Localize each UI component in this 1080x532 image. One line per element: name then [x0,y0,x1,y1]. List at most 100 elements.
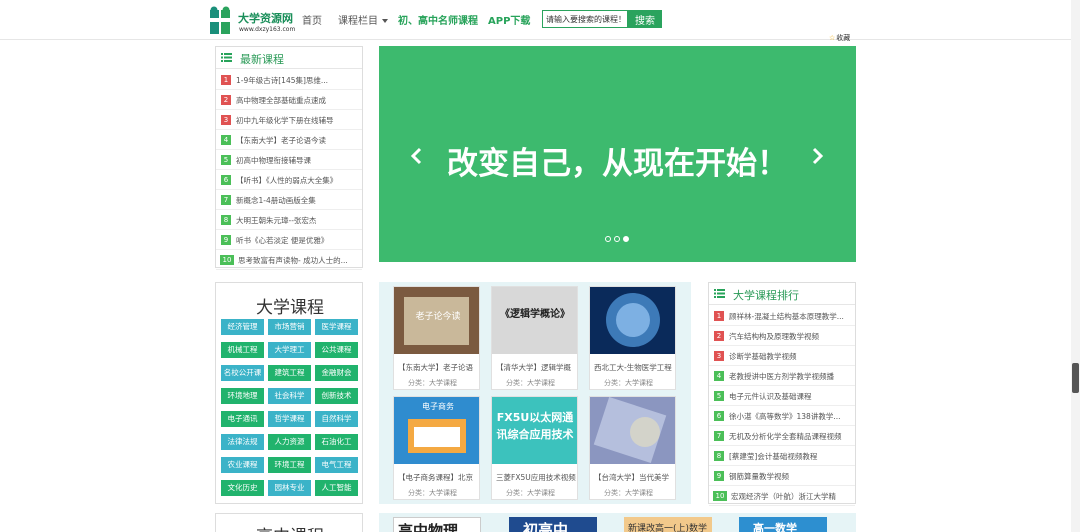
bookmark-link[interactable]: ☆收藏 [829,33,850,43]
nav-teachers[interactable]: 初、高中名师课程 [398,12,478,27]
category-tag[interactable]: 自然科学 [315,411,358,427]
category-tag[interactable]: 建筑工程 [268,365,311,381]
rank-item-title: 初中九年级化学下册在线辅导 [236,116,334,125]
latest-courses-header: 最新课程 [216,47,362,69]
banner-carousel[interactable]: 改变自己，从现在开始！ [379,46,856,262]
rank-list-item[interactable]: 10 思考致富有声读物- 成功人士的... [216,250,362,270]
course-card[interactable]: 【台湾大学】当代美学 分类：大学课程 [589,396,676,500]
course-title: 【东南大学】老子论语 [398,363,473,372]
nav-home[interactable]: 首页 [302,12,322,27]
category-tag[interactable]: 电子通讯 [221,411,264,427]
bookmark-label: 收藏 [836,34,851,42]
course-card[interactable]: 《逻辑学概论》 【清华大学】逻辑学概 分类：大学课程 [491,286,578,390]
category-tag[interactable]: 机械工程 [221,342,264,358]
nav-courses-dropdown[interactable]: 课程栏目 [338,12,388,27]
rank-number-badge: 1 [221,75,231,85]
rank-list-item[interactable]: 7 新概念1-4册动画版全集 [216,190,362,210]
course-category: 分类：大学课程 [604,379,653,387]
nav-courses-label: 课程栏目 [338,16,378,27]
course-card[interactable]: FX5U以太网通讯综合应用技术 三菱FX5U应用技术视频 分类：大学课程 [491,396,578,500]
category-tag[interactable]: 环境工程 [268,457,311,473]
rank-list-item[interactable]: 1 1-9年级古诗[145集]思维... [216,70,362,90]
category-tag[interactable]: 市场营销 [268,319,311,335]
highschool-courses-box: 高中课程 [215,513,363,532]
rank-number-badge: 9 [221,235,231,245]
rank-list-item[interactable]: 3 诊断学基础教学视频 [709,346,855,366]
thumb-text: 老子论今读 [415,312,461,322]
rank-list-item[interactable]: 7 无机及分析化学全套精品课程视频 [709,426,855,446]
carousel-dot[interactable] [605,236,611,242]
rank-item-title: 新概念1-4册动画版全集 [236,196,316,205]
rank-number-badge: 7 [221,195,231,205]
carousel-dot[interactable] [614,236,620,242]
rank-list-item[interactable]: 5 初高中物理衔接辅导课 [216,150,362,170]
rank-list-item[interactable]: 2 高中物理全部基础重点速成 [216,90,362,110]
course-card[interactable]: 初高中 [509,517,597,532]
category-tag[interactable]: 哲学课程 [268,411,311,427]
course-card[interactable]: 高中物理 [393,517,481,532]
rank-item-title: 顾祥林-混凝土结构基本原理教学... [729,312,844,321]
search-input[interactable] [542,10,628,28]
category-tag[interactable]: 经济管理 [221,319,264,335]
course-card[interactable]: 电子商务 【电子商务课程】北京 分类：大学课程 [393,396,480,500]
course-ranking-header: 大学课程排行 [709,283,855,305]
rank-list-item[interactable]: 6 【听书】《人性的弱点大全集》 [216,170,362,190]
category-tag[interactable]: 公共课程 [315,342,358,358]
category-tag[interactable]: 法律法规 [221,434,264,450]
category-tag[interactable]: 农业课程 [221,457,264,473]
site-logo[interactable]: 大学资源网 www.dxzy163.com [208,4,298,36]
category-tag[interactable]: 医学课程 [315,319,358,335]
rank-list-item[interactable]: 5 电子元件认识及基础课程 [709,386,855,406]
course-ranking-panel: 大学课程排行 1 顾祥林-混凝土结构基本原理教学... 2 汽车结构构及原理教学视频 3… [708,282,856,506]
category-tag[interactable]: 环境地理 [221,388,264,404]
rank-list-item[interactable]: 8 大明王朝朱元璋--张宏杰 [216,210,362,230]
course-card[interactable]: 西北工大-生物医学工程 分类：大学课程 [589,286,676,390]
rank-list-item[interactable]: 9 钢筋算量教学视频 [709,466,855,486]
rank-list-item[interactable]: 4 【东南大学】老子论语今读 [216,130,362,150]
chevron-left-icon[interactable] [409,146,423,166]
nav-app-download[interactable]: APP下载 [488,12,530,27]
list-icon [714,289,725,298]
course-category: 分类：大学课程 [506,379,555,387]
course-title: 三菱FX5U应用技术视频 [496,473,576,482]
course-card[interactable]: 高一数学 [739,517,827,532]
course-card[interactable]: 新课改高一(上)数学 [624,517,712,532]
category-tag[interactable]: 金融财会 [315,365,358,381]
rank-list-item[interactable]: 9 听书《心若淡定 便是优雅》 [216,230,362,250]
search-button[interactable]: 搜索 [628,10,662,28]
category-tag[interactable]: 创新技术 [315,388,358,404]
rank-list-item[interactable]: 10 宏观经济学（叶航）浙江大学精 [709,486,855,506]
course-title: 西北工大-生物医学工程 [594,363,672,372]
category-tag[interactable]: 石油化工 [315,434,358,450]
logo-text: 大学资源网 [238,12,293,25]
page-scrollbar[interactable] [1071,0,1080,532]
category-tag[interactable]: 园林专业 [268,480,311,496]
carousel-indicators [605,236,635,244]
card-text: 高中物理 [398,522,459,532]
category-tag[interactable]: 大学理工 [268,342,311,358]
category-tag[interactable]: 电气工程 [315,457,358,473]
course-card[interactable]: 老子论今读 【东南大学】老子论语 分类：大学课程 [393,286,480,390]
rank-list-item[interactable]: 4 老教授讲中医方剂学教学视频播 [709,366,855,386]
rank-list-item[interactable]: 6 徐小湛《高等数学》138讲教学... [709,406,855,426]
chevron-right-icon[interactable] [811,146,825,166]
rank-list-item[interactable]: 3 初中九年级化学下册在线辅导 [216,110,362,130]
rank-list-item[interactable]: 2 汽车结构构及原理教学视频 [709,326,855,346]
rank-list-item[interactable]: 8 [蔡建莹]会计基础视频教程 [709,446,855,466]
category-tag[interactable]: 人工智能 [315,480,358,496]
banner-slogan: 改变自己，从现在开始！ [447,146,788,182]
rank-list-item[interactable]: 1 顾祥林-混凝土结构基本原理教学... [709,306,855,326]
category-tag[interactable]: 社会科学 [268,388,311,404]
rank-item-title: 初高中物理衔接辅导课 [236,156,311,165]
category-tag[interactable]: 名校公开课 [221,365,264,381]
category-tag[interactable]: 文化历史 [221,480,264,496]
rank-number-badge: 10 [220,255,234,265]
highschool-course-grid: 高中物理 初高中 新课改高一(上)数学 高一数学 [379,513,856,532]
category-tag[interactable]: 人力资源 [268,434,311,450]
latest-courses-title: 最新课程 [240,53,284,66]
course-title: 【电子商务课程】北京 [398,473,473,482]
carousel-dot-active[interactable] [623,236,629,242]
search-form: 搜索 [542,10,662,28]
scrollbar-thumb[interactable] [1072,363,1079,393]
rank-number-badge: 3 [221,115,231,125]
